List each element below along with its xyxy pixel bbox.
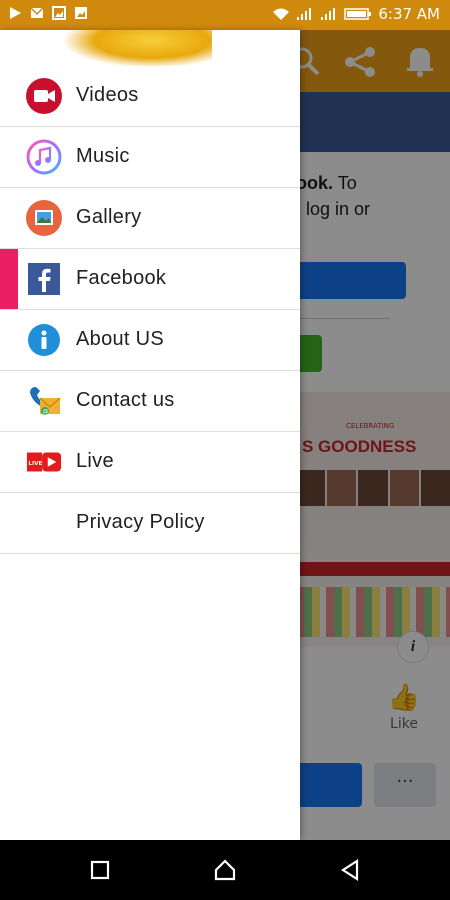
menu-item-label: Videos — [76, 84, 139, 106]
signal-icon — [297, 8, 312, 20]
play-store-icon — [10, 7, 21, 19]
menu-item-label: Live — [76, 450, 114, 472]
menu-item-label: Privacy Policy — [76, 511, 205, 533]
menu-item-label: Music — [76, 145, 130, 167]
menu-item-about-us[interactable]: About US — [0, 310, 300, 371]
facebook-icon — [26, 261, 62, 297]
square-icon[interactable] — [88, 858, 112, 882]
info-icon — [26, 322, 62, 358]
signal-icon-2 — [321, 8, 336, 20]
drawer-header — [0, 30, 300, 66]
drawer-menu: Videos Music Gallery Facebook About US @… — [0, 66, 300, 554]
menu-item-privacy-policy[interactable]: Privacy Policy — [0, 493, 300, 554]
music-note-icon — [26, 139, 62, 175]
image-notification-icon-2 — [75, 7, 87, 19]
menu-item-contact-us[interactable]: @ Contact us — [0, 371, 300, 432]
menu-item-label: Gallery — [76, 206, 142, 228]
home-icon[interactable] — [213, 858, 237, 882]
menu-item-gallery[interactable]: Gallery — [0, 188, 300, 249]
status-time: 6:37 AM — [378, 5, 440, 23]
battery-icon — [344, 8, 372, 20]
back-triangle-icon[interactable] — [338, 858, 362, 882]
menu-item-facebook[interactable]: Facebook — [0, 249, 300, 310]
menu-item-label: Facebook — [76, 267, 167, 289]
svg-text:@: @ — [43, 409, 49, 416]
image-notification-icon — [52, 6, 66, 20]
system-nav-bar — [0, 840, 450, 900]
svg-text:LIVE: LIVE — [28, 461, 42, 467]
menu-item-live[interactable]: LIVE Live — [0, 432, 300, 493]
wifi-icon — [273, 8, 290, 20]
navigation-drawer: Videos Music Gallery Facebook About US @… — [0, 30, 300, 840]
menu-item-label: About US — [76, 328, 165, 350]
menu-item-music[interactable]: Music — [0, 127, 300, 188]
live-icon: LIVE — [26, 444, 62, 480]
menu-item-label: Contact us — [76, 389, 175, 411]
menu-item-videos[interactable]: Videos — [0, 66, 300, 127]
header-logo-art — [62, 30, 212, 66]
video-camera-icon — [26, 78, 62, 114]
contact-icon: @ — [26, 383, 62, 419]
status-bar: 6:37 AM — [0, 0, 450, 30]
mail-icon — [30, 7, 44, 18]
picture-icon — [26, 200, 62, 236]
